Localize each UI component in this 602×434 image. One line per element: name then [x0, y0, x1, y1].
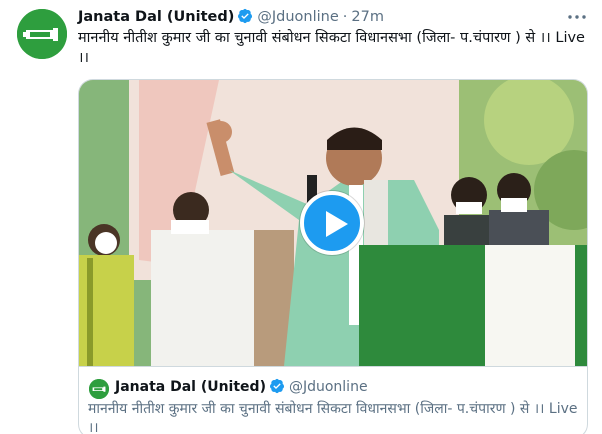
quoted-text: माननीय नीतीश कुमार जी का चुनावी संबोधन स… [88, 401, 578, 434]
tweet-header: Janata Dal (United) @Jduonline · 27m [78, 8, 384, 28]
party-logo-icon [89, 379, 109, 399]
author-name[interactable]: Janata Dal (United) [78, 9, 234, 25]
quoted-tweet[interactable]: Janata Dal (United) @Jduonline माननीय नीत… [79, 366, 587, 434]
timestamp[interactable]: 27m [351, 9, 384, 25]
avatar[interactable] [17, 9, 67, 59]
video-player[interactable] [79, 80, 587, 366]
tweet-text: माननीय नीतीश कुमार जी का चुनावी संबोधन स… [78, 30, 585, 66]
play-button[interactable] [300, 191, 364, 255]
media-card[interactable]: Janata Dal (United) @Jduonline माननीय नीत… [78, 79, 588, 434]
verified-badge-icon [237, 8, 253, 28]
verified-badge-icon [269, 378, 285, 398]
quoted-author-name[interactable]: Janata Dal (United) [115, 379, 266, 395]
tweet[interactable]: Janata Dal (United) @Jduonline · 27m माननीय… [0, 0, 602, 434]
quoted-handle[interactable]: @Jduonline [289, 379, 368, 395]
party-logo-icon [17, 9, 67, 59]
quoted-header: Janata Dal (United) @Jduonline [115, 378, 368, 398]
quoted-avatar[interactable] [89, 379, 109, 399]
author-handle[interactable]: @Jduonline [257, 9, 338, 25]
more-options-icon[interactable] [566, 8, 588, 26]
separator: · [342, 9, 348, 25]
